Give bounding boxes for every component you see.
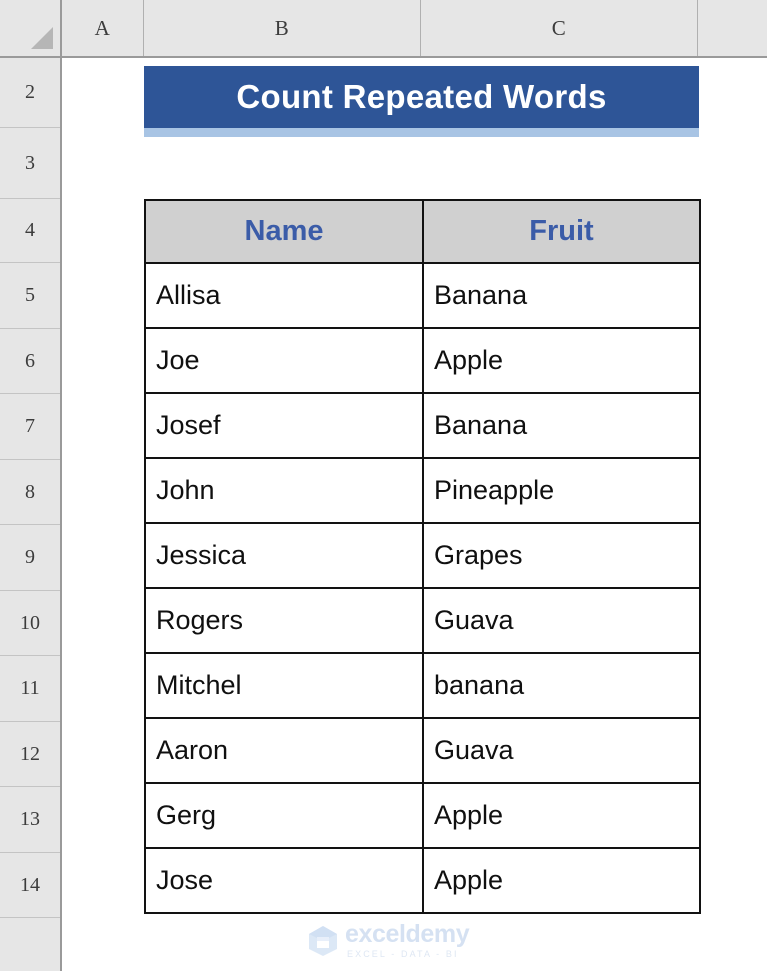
watermark-name: exceldemy: [345, 920, 470, 948]
cell-fruit[interactable]: Apple: [422, 327, 701, 394]
row-header-14-label: 14: [20, 873, 40, 896]
table-row: Rogers Guava: [144, 587, 701, 654]
column-header-c-label: C: [551, 15, 567, 40]
row-header-3[interactable]: 3: [0, 128, 60, 199]
table-row: Gerg Apple: [144, 782, 701, 849]
cell-name[interactable]: Jose: [144, 847, 424, 914]
row-header-13-label: 13: [20, 808, 40, 830]
cell-name[interactable]: Gerg: [144, 782, 424, 849]
column-header-b[interactable]: B: [144, 0, 421, 56]
sheet-title-cell[interactable]: Count Repeated Words: [144, 66, 699, 128]
table-row: Jessica Grapes: [144, 522, 701, 589]
data-table: Name Fruit Allisa Banana Joe Apple Josef…: [144, 199, 701, 914]
row-header-11-label: 11: [20, 677, 40, 699]
title-underline-bar: [144, 128, 699, 137]
row-header-13[interactable]: 13: [0, 787, 60, 853]
exceldemy-logo-icon: [309, 925, 337, 956]
cell-name[interactable]: Joe: [144, 327, 424, 394]
table-row: Mitchel banana: [144, 652, 701, 719]
cell-name[interactable]: Mitchel: [144, 652, 424, 719]
table-row: Joe Apple: [144, 327, 701, 394]
row-header-4[interactable]: 4: [0, 199, 60, 263]
table-header-row: Name Fruit: [144, 199, 701, 264]
cell-fruit[interactable]: banana: [422, 652, 701, 719]
row-header-10-label: 10: [20, 611, 40, 634]
cell-name[interactable]: Jessica: [144, 522, 424, 589]
column-header-b-label: B: [274, 15, 290, 40]
column-header-d[interactable]: [698, 0, 767, 56]
cell-name[interactable]: Rogers: [144, 587, 424, 654]
column-header-fruit[interactable]: Fruit: [422, 199, 701, 264]
select-all-triangle-icon: [31, 27, 53, 49]
row-header-6-label: 6: [25, 349, 35, 372]
row-header-7[interactable]: 7: [0, 394, 60, 460]
page-title: Count Repeated Words: [236, 78, 607, 115]
row-header-2[interactable]: 2: [0, 58, 60, 128]
row-header-3-label: 3: [25, 151, 35, 174]
row-header-7-label: 7: [25, 415, 35, 437]
table-row: Josef Banana: [144, 392, 701, 459]
row-header-6[interactable]: 6: [0, 329, 60, 394]
cell-fruit[interactable]: Apple: [422, 782, 701, 849]
cell-name[interactable]: Aaron: [144, 717, 424, 784]
cell-fruit[interactable]: Guava: [422, 717, 701, 784]
row-header-11[interactable]: 11: [0, 656, 60, 722]
column-header-a-label: A: [94, 15, 111, 40]
table-row: Allisa Banana: [144, 262, 701, 329]
row-header-8[interactable]: 8: [0, 460, 60, 525]
row-header-9[interactable]: 9: [0, 525, 60, 591]
row-header-5[interactable]: 5: [0, 263, 60, 329]
row-header-5-label: 5: [25, 284, 35, 306]
row-header-12[interactable]: 12: [0, 722, 60, 787]
cell-fruit[interactable]: Pineapple: [422, 457, 701, 524]
column-header-name[interactable]: Name: [144, 199, 424, 264]
column-header-a[interactable]: A: [62, 0, 144, 56]
table-row: Jose Apple: [144, 847, 701, 914]
row-header-14[interactable]: 14: [0, 853, 60, 918]
column-header-c[interactable]: C: [421, 0, 698, 56]
cell-fruit[interactable]: Banana: [422, 392, 701, 459]
row-header-4-label: 4: [25, 219, 35, 241]
row-header-10[interactable]: 10: [0, 591, 60, 656]
row-header-2-label: 2: [25, 81, 35, 103]
watermark-tagline: EXCEL - DATA - BI: [347, 949, 459, 959]
cell-fruit[interactable]: Banana: [422, 262, 701, 329]
table-row: John Pineapple: [144, 457, 701, 524]
cell-fruit[interactable]: Guava: [422, 587, 701, 654]
row-header-strip: 2 3 4 5 6 7 8 9 10 11 12 13 14: [0, 58, 62, 971]
cell-name[interactable]: Allisa: [144, 262, 424, 329]
table-row: Aaron Guava: [144, 717, 701, 784]
row-header-8-label: 8: [25, 480, 35, 503]
select-all-corner[interactable]: [0, 0, 62, 56]
row-header-12-label: 12: [20, 742, 40, 765]
cell-fruit[interactable]: Grapes: [422, 522, 701, 589]
column-header-band: A B C: [0, 0, 767, 58]
cell-name[interactable]: Josef: [144, 392, 424, 459]
cell-name[interactable]: John: [144, 457, 424, 524]
watermark: exceldemy EXCEL - DATA - BI: [308, 920, 470, 959]
cell-fruit[interactable]: Apple: [422, 847, 701, 914]
row-header-9-label: 9: [25, 546, 35, 568]
spreadsheet-grid: A B C 2 3 4 5 6 7 8 9 10 11 12 13 14 Cou…: [0, 0, 767, 971]
